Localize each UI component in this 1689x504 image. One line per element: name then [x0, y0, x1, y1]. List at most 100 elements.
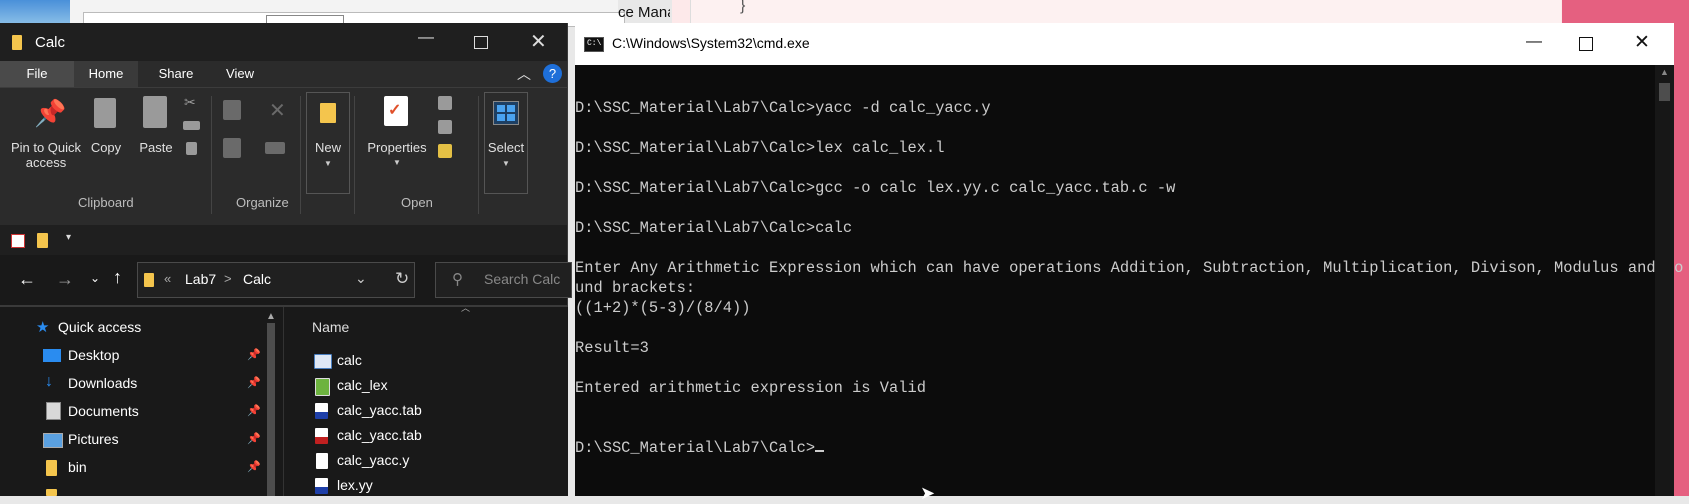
folder-icon[interactable] [37, 233, 48, 248]
blank-file-icon [316, 453, 328, 469]
quick-access-toolbar: ▾ [0, 225, 567, 255]
maximize-button[interactable] [474, 36, 488, 49]
star-icon: ★ [36, 319, 50, 336]
pin-icon[interactable]: 📌 [247, 404, 261, 417]
recent-locations-icon[interactable]: ⌄ [90, 271, 100, 285]
minimize-button[interactable]: ― [1526, 33, 1542, 51]
terminal-line: D:\SSC_Material\Lab7\Calc>calc [575, 219, 853, 237]
cut-icon[interactable]: ✂ [184, 94, 196, 111]
paste-button[interactable]: Paste [134, 140, 178, 155]
file-list: ︿ Name calc calc_lex calc_yacc.tab calc_… [283, 303, 568, 496]
paste-shortcut-icon[interactable] [186, 142, 197, 155]
paste-icon [143, 96, 167, 128]
overflow-icon[interactable]: « [164, 271, 171, 286]
terminal-line: ((1+2)*(5-3)/(8/4)) [575, 299, 751, 317]
search-icon: ⚲ [452, 271, 463, 288]
terminal-line: D:\SSC_Material\Lab7\Calc>lex calc_lex.l [575, 139, 945, 157]
background-code: } [740, 0, 746, 14]
ribbon-separator [478, 96, 479, 214]
folder-icon [12, 35, 22, 50]
refresh-icon[interactable]: ↻ [395, 269, 409, 289]
open-icon[interactable] [438, 96, 452, 110]
terminal-line: D:\SSC_Material\Lab7\Calc>gcc -o calc le… [575, 179, 1176, 197]
rename-icon[interactable] [265, 142, 285, 154]
list-item[interactable]: calc_yacc.y [337, 452, 409, 468]
scroll-up-icon[interactable]: ▲ [266, 311, 276, 322]
maximize-button[interactable] [1579, 37, 1593, 51]
pin-to-quick-access-button[interactable]: Pin to Quick access [6, 140, 86, 170]
up-arrow-icon[interactable]: ↑ [113, 267, 122, 288]
list-item[interactable]: calc_yacc.tab [337, 427, 422, 443]
tab-view[interactable]: View [208, 61, 272, 87]
nav-item-desktop[interactable]: Desktop [68, 347, 119, 363]
tab-home[interactable]: Home [74, 61, 138, 87]
terminal-icon: C:\ [584, 37, 604, 52]
move-to-icon[interactable] [223, 100, 241, 120]
edit-icon[interactable] [438, 120, 452, 134]
search-box[interactable]: ⚲ Search Calc [435, 262, 572, 298]
select-button[interactable]: Select ▼ [484, 92, 528, 194]
delete-icon[interactable]: ✕ [269, 98, 286, 123]
help-icon[interactable]: ? [543, 64, 562, 83]
list-item[interactable]: calc_yacc.tab [337, 402, 422, 418]
terminal-line: D:\SSC_Material\Lab7\Calc>yacc -d calc_y… [575, 99, 991, 117]
tab-share[interactable]: Share [144, 61, 208, 87]
copy-to-icon[interactable] [223, 138, 241, 158]
ribbon-tabs: File Home Share View ︿ ? [0, 61, 567, 87]
scroll-up-icon[interactable]: ▲ [1660, 67, 1669, 77]
address-bar[interactable]: « Lab7 > Calc ⌄ ↻ [137, 262, 415, 298]
pin-icon[interactable]: 📌 [247, 460, 261, 473]
breadcrumb-lab7[interactable]: Lab7 [185, 271, 216, 287]
copy-path-icon[interactable] [183, 121, 200, 130]
nav-item-bin[interactable]: bin [68, 459, 87, 475]
properties-button[interactable]: Properties [362, 140, 432, 155]
check-icon: ✓ [388, 102, 402, 119]
sort-ascending-icon: ︿ [461, 303, 471, 313]
pin-icon[interactable]: 📌 [247, 432, 261, 445]
window-title: C:\Windows\System32\cmd.exe [612, 35, 810, 51]
properties-small-icon[interactable] [11, 234, 25, 248]
minimize-button[interactable]: ― [418, 29, 434, 47]
breadcrumb-calc[interactable]: Calc [243, 271, 271, 287]
ribbon: 📌 Pin to Quick access Copy Paste ✂ Clipb… [0, 87, 567, 226]
folder-icon [144, 273, 154, 287]
background-window-title: ce Mana [618, 4, 670, 21]
collapse-ribbon-icon[interactable]: ︿ [517, 64, 531, 84]
scrollbar[interactable]: ▲ [1655, 65, 1674, 496]
terminal-output[interactable]: D:\SSC_Material\Lab7\Calc>yacc -d calc_y… [575, 65, 1683, 503]
list-item[interactable]: lex.yy [337, 477, 373, 493]
desktop-icon [43, 349, 61, 362]
cmd-title-bar[interactable]: C:\ C:\Windows\System32\cmd.exe ― ✕ [575, 23, 1674, 65]
customize-toolbar-icon[interactable]: ▾ [66, 232, 71, 243]
close-button[interactable]: ✕ [530, 29, 547, 54]
chevron-down-icon[interactable]: ⌄ [355, 270, 367, 287]
scrollbar-thumb[interactable] [267, 323, 275, 496]
pin-icon[interactable]: 📌 [247, 348, 261, 361]
search-input[interactable]: Search Calc [484, 271, 560, 287]
tab-file[interactable]: File [0, 61, 74, 87]
exe-icon [314, 354, 332, 369]
back-arrow-icon[interactable]: ← [18, 269, 36, 290]
list-item[interactable]: calc_lex [337, 377, 388, 393]
breadcrumb-separator: > [224, 271, 232, 286]
column-header-name[interactable]: Name [312, 319, 349, 335]
pin-icon[interactable]: 📌 [247, 376, 261, 389]
properties-icon: ✓ [384, 96, 408, 126]
history-icon[interactable] [438, 144, 452, 158]
nav-item-documents[interactable]: Documents [68, 403, 139, 419]
c-file-icon [315, 478, 328, 494]
close-button[interactable]: ✕ [1634, 31, 1650, 54]
list-item[interactable]: calc [337, 352, 362, 368]
nav-item-pictures[interactable]: Pictures [68, 431, 119, 447]
scrollbar-thumb[interactable] [1659, 83, 1670, 101]
nav-item-downloads[interactable]: Downloads [68, 375, 137, 391]
copy-icon [94, 98, 116, 128]
forward-arrow-icon[interactable]: → [56, 269, 74, 290]
copy-button[interactable]: Copy [88, 140, 124, 155]
nav-item-quick-access[interactable]: Quick access [58, 319, 141, 335]
new-folder-button[interactable]: New ▼ [306, 92, 350, 194]
pin-icon: 📌 [34, 98, 67, 128]
explorer-title-bar[interactable]: Calc ― ✕ [0, 23, 567, 61]
prompt-line[interactable]: D:\SSC_Material\Lab7\Calc> [575, 439, 825, 457]
ribbon-separator [354, 96, 355, 214]
